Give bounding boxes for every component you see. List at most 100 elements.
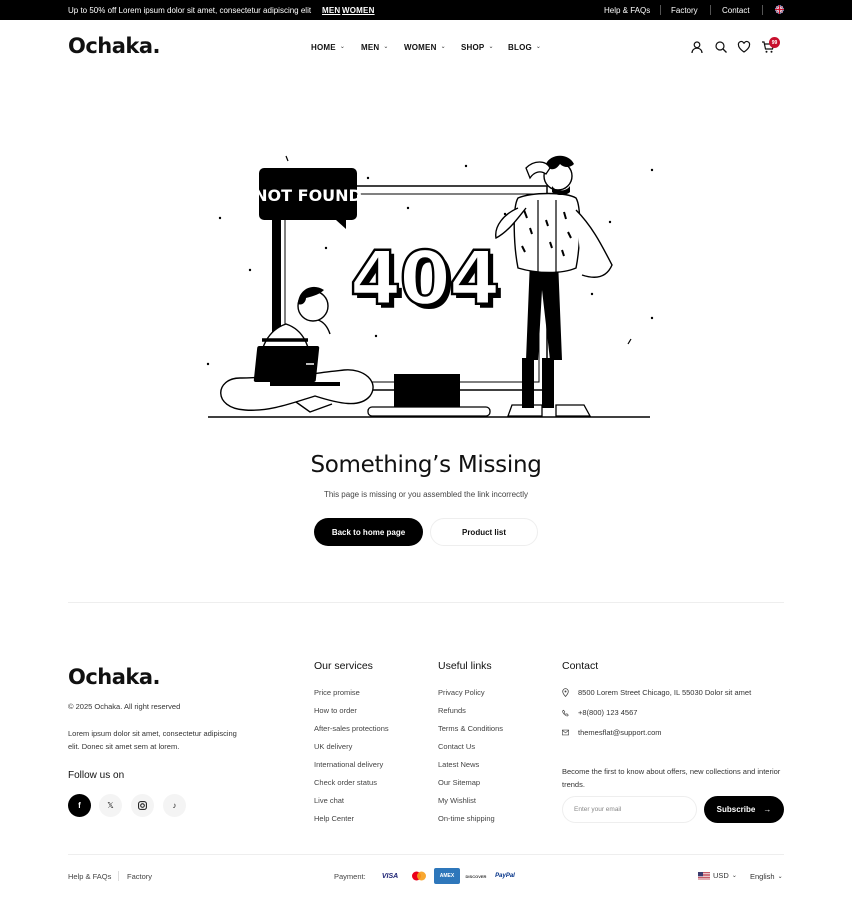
footer-copyright: © 2025 Ochaka. All right reserved (68, 702, 181, 711)
chevron-down-icon: ⌄ (535, 44, 542, 50)
top-help-link[interactable]: Help & FAQs (604, 6, 650, 15)
nav-men[interactable]: MEN ⌄ (361, 43, 389, 52)
top-separator (710, 5, 711, 15)
services-list: Price promise How to order After-sales p… (314, 688, 389, 832)
top-contact-link[interactable]: Contact (722, 6, 750, 15)
newsletter-text: Become the first to know about offers, n… (562, 767, 781, 789)
services-link[interactable]: Help Center (314, 814, 389, 832)
site-logo[interactable]: Ochaka. (68, 34, 161, 58)
currency-value: USD (713, 871, 729, 880)
nav-shop-label: SHOP (461, 43, 485, 52)
back-home-button[interactable]: Back to home page (314, 518, 423, 546)
nav-women-label: WOMEN (404, 43, 437, 52)
nav-blog[interactable]: BLOG ⌄ (508, 43, 541, 52)
mail-icon (562, 729, 569, 736)
services-link[interactable]: UK delivery (314, 742, 389, 760)
not-found-sign: NOT FOUND (254, 168, 362, 229)
arrow-right-icon: → (763, 805, 772, 814)
page-title: Something’s Missing (310, 452, 542, 478)
services-link[interactable]: How to order (314, 706, 389, 724)
bottom-help-link[interactable]: Help & FAQs (68, 872, 111, 881)
instagram-icon[interactable] (131, 794, 154, 817)
follow-us-heading: Follow us on (68, 770, 125, 781)
facebook-icon[interactable]: f (68, 794, 91, 817)
links-heading: Useful links (438, 660, 492, 672)
promo-text: Up to 50% off Lorem ipsum dolor sit amet… (68, 6, 312, 15)
discover-icon: DISCOVER (465, 873, 487, 879)
subscribe-button[interactable]: Subscribe → (704, 796, 784, 823)
useful-link[interactable]: Contact Us (438, 742, 503, 760)
nav-home[interactable]: HOME ⌄ (311, 43, 345, 52)
code-404-text: 404 (350, 236, 498, 322)
services-link[interactable]: Check order status (314, 778, 389, 796)
contact-address: 8500 Lorem Street Chicago, IL 55030 Dolo… (562, 688, 751, 697)
useful-link[interactable]: My Wishlist (438, 796, 503, 814)
chevron-down-icon: ⌄ (488, 44, 494, 50)
tiktok-icon[interactable]: ♪ (163, 794, 186, 817)
chevron-down-icon: ⌄ (339, 44, 346, 50)
not-found-illustration: NOT FOUND 404 404 (206, 155, 654, 418)
not-found-sign-text: NOT FOUND (254, 186, 362, 205)
location-pin-icon (562, 688, 569, 697)
contact-phone[interactable]: +8(800) 123 4567 (562, 708, 637, 717)
phone-icon (562, 709, 569, 716)
contact-email-text: themesflat@support.com (578, 728, 662, 737)
product-list-button[interactable]: Product list (430, 518, 538, 546)
subscribe-label: Subscribe (716, 805, 756, 814)
contact-phone-text: +8(800) 123 4567 (578, 708, 638, 717)
useful-link[interactable]: Refunds (438, 706, 503, 724)
cart-count-badge: 99 (769, 37, 780, 48)
useful-link[interactable]: Terms & Conditions (438, 724, 503, 742)
chevron-down-icon: ⌄ (731, 873, 737, 879)
useful-link[interactable]: Latest News (438, 760, 503, 778)
nav-shop[interactable]: SHOP ⌄ (461, 43, 494, 52)
footer-logo[interactable]: Ochaka. (68, 665, 161, 689)
uk-flag-icon[interactable] (775, 5, 784, 14)
amex-icon: AMEX (434, 868, 460, 884)
nav-home-label: HOME (311, 43, 336, 52)
chevron-down-icon: ⌄ (440, 44, 446, 50)
services-link[interactable]: After-sales protections (314, 724, 389, 742)
bottom-separator (118, 871, 119, 881)
top-factory-link[interactable]: Factory (671, 6, 698, 15)
useful-link[interactable]: On-time shipping (438, 814, 503, 832)
services-link[interactable]: Live chat (314, 796, 389, 814)
user-icon[interactable] (690, 40, 704, 54)
chevron-down-icon: ⌄ (777, 874, 783, 880)
contact-email[interactable]: themesflat@support.com (562, 728, 661, 737)
email-field[interactable]: Enter your email (562, 796, 697, 823)
useful-link[interactable]: Our Sitemap (438, 778, 503, 796)
footer-divider (68, 602, 784, 603)
payment-label: Payment: (334, 872, 366, 881)
nav-men-label: MEN (361, 43, 380, 52)
top-bar: Up to 50% off Lorem ipsum dolor sit amet… (0, 0, 852, 20)
us-flag-icon (698, 871, 710, 880)
x-icon[interactable]: 𝕏 (99, 794, 122, 817)
contact-heading: Contact (562, 660, 599, 672)
useful-link[interactable]: Privacy Policy (438, 688, 503, 706)
useful-links-list: Privacy Policy Refunds Terms & Condition… (438, 688, 503, 832)
promo-women-link[interactable]: WOMEN (342, 6, 375, 15)
visa-icon: VISA (381, 872, 399, 880)
services-heading: Our services (314, 660, 373, 672)
top-separator (660, 5, 661, 15)
services-link[interactable]: Price promise (314, 688, 389, 706)
page-subtitle: This page is missing or you assembled th… (323, 490, 529, 499)
heart-icon[interactable] (737, 40, 751, 54)
language-value: English (750, 872, 775, 881)
contact-address-text: 8500 Lorem Street Chicago, IL 55030 Dolo… (578, 688, 752, 697)
bottom-factory-link[interactable]: Factory (127, 872, 152, 881)
standing-person-figure (495, 155, 613, 417)
bottom-divider (68, 854, 784, 855)
footer-about: Lorem ipsum dolor sit amet, consectetur … (68, 729, 237, 751)
top-separator (762, 5, 763, 15)
language-selector[interactable]: English ⌄ (750, 872, 783, 881)
services-link[interactable]: International delivery (314, 760, 389, 778)
search-icon[interactable] (714, 40, 728, 54)
promo-men-link[interactable]: MEN (322, 6, 340, 15)
nav-blog-label: BLOG (508, 43, 532, 52)
mastercard-icon (406, 868, 432, 884)
nav-women[interactable]: WOMEN ⌄ (404, 43, 446, 52)
currency-selector[interactable]: USD ⌄ (698, 871, 737, 880)
paypal-icon: PayPal (495, 873, 515, 879)
